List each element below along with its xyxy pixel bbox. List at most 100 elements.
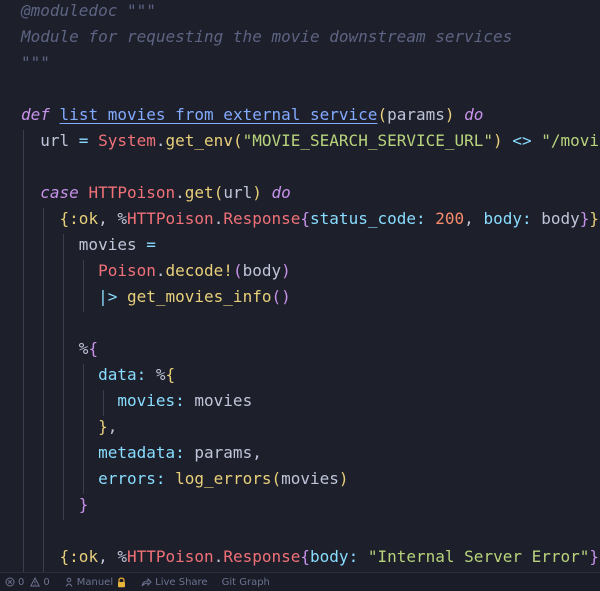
code-line[interactable]: def list_movies_from_external_service(pa… xyxy=(21,102,483,128)
code-token: } xyxy=(589,209,600,228)
code-token: do xyxy=(464,105,484,124)
code-token: , xyxy=(98,209,118,228)
git-graph-button[interactable]: Git Graph xyxy=(222,577,270,588)
code-token: . xyxy=(175,183,185,202)
warnings-count: 0 xyxy=(43,576,50,588)
code-token: { xyxy=(300,547,311,566)
code-line[interactable]: """ xyxy=(21,50,50,76)
code-token: get_env xyxy=(165,131,233,150)
code-token: case xyxy=(40,183,79,202)
code-line[interactable]: Poison.decode!(body) xyxy=(21,258,291,284)
code-token: url xyxy=(21,131,79,150)
code-token: log_errors xyxy=(175,469,272,488)
code-line[interactable]: url = System.get_env("MOVIE_SEARCH_SERVI… xyxy=(21,128,600,154)
git-graph-label: Git Graph xyxy=(221,576,270,588)
code-token: status_code: xyxy=(310,209,426,228)
code-line[interactable]: } xyxy=(21,492,89,518)
code-token: movies: xyxy=(117,391,185,410)
code-token: . xyxy=(213,209,224,228)
code-line[interactable]: movies: movies xyxy=(21,388,252,414)
code-token: % xyxy=(21,339,89,358)
code-token: body xyxy=(242,261,282,280)
code-token: % xyxy=(146,365,166,384)
code-token: = xyxy=(78,131,89,150)
code-token: metadata: xyxy=(98,443,185,462)
code-line[interactable]: }, xyxy=(21,414,117,440)
code-line[interactable]: case HTTPoison.get(url) do xyxy=(21,180,291,206)
code-token: get_movies_info xyxy=(126,287,272,306)
code-token: "Internal Server Error" xyxy=(367,547,590,566)
code-token: movies xyxy=(281,469,339,488)
code-token: ) xyxy=(252,183,262,202)
code-token: } xyxy=(589,547,600,566)
code-token: errors: xyxy=(98,469,166,488)
code-token: get xyxy=(184,183,214,202)
code-token: body: xyxy=(483,209,532,228)
code-token: % xyxy=(117,547,127,566)
code-line[interactable]: data: %{ xyxy=(21,362,175,388)
code-token: "MOVIE_SEARCH_SERVICE_URL" xyxy=(242,131,494,150)
code-token: } xyxy=(98,417,108,436)
code-line[interactable]: movies = xyxy=(21,232,156,258)
user-name: Manuel xyxy=(76,576,114,588)
code-token: , xyxy=(98,547,118,566)
code-token: ( xyxy=(232,131,243,150)
code-line[interactable]: %{ xyxy=(21,336,98,362)
code-line[interactable]: {:ok, %HTTPoison.Response{body: "Interna… xyxy=(21,544,600,570)
code-token: movies xyxy=(21,235,147,254)
live-share-button[interactable]: Live Share xyxy=(141,577,208,588)
problems-indicator[interactable]: 0 0 xyxy=(5,577,50,588)
code-token: HTTPoison xyxy=(126,547,214,566)
errors-count: 0 xyxy=(18,576,25,588)
code-token: :ok xyxy=(69,209,99,228)
code-token: ( xyxy=(213,183,224,202)
code-token: ( xyxy=(232,261,243,280)
code-token: Poison xyxy=(98,261,156,280)
code-token: { xyxy=(300,209,311,228)
error-circle-icon xyxy=(5,577,15,587)
code-line[interactable]: @moduledoc """ xyxy=(21,0,156,24)
code-token: HTTPoison xyxy=(126,209,214,228)
code-token: . xyxy=(213,547,224,566)
code-token: ( xyxy=(377,105,388,124)
code-token: % xyxy=(117,209,127,228)
code-token: data: xyxy=(98,365,147,384)
code-token: body xyxy=(531,209,580,228)
code-token: Module for requesting the movie downstre… xyxy=(21,27,513,46)
code-token: , xyxy=(464,209,484,228)
code-token: params, xyxy=(184,443,262,462)
code-token: Response xyxy=(223,209,301,228)
code-line[interactable]: |> get_movies_info() xyxy=(21,284,291,310)
code-token: ) xyxy=(493,131,503,150)
code-line[interactable]: {:ok, %HTTPoison.Response{status_code: 2… xyxy=(21,206,600,232)
code-token: |> xyxy=(98,287,118,306)
code-editor[interactable]: @moduledoc """ Module for requesting the … xyxy=(0,0,600,572)
code-token: System xyxy=(98,131,156,150)
code-token: { xyxy=(165,365,176,384)
code-token: :ok xyxy=(69,547,99,566)
code-token: } xyxy=(579,209,590,228)
code-line[interactable]: errors: log_errors(movies) xyxy=(21,466,348,492)
code-token: @moduledoc """ xyxy=(21,1,156,20)
code-token: params xyxy=(387,105,445,124)
code-token: Response xyxy=(223,547,301,566)
code-line[interactable]: metadata: params, xyxy=(21,440,262,466)
code-line[interactable]: Module for requesting the movie downstre… xyxy=(21,24,512,50)
lock-icon xyxy=(116,577,127,588)
user-account[interactable]: Manuel xyxy=(64,577,127,588)
code-token: = xyxy=(146,235,156,254)
